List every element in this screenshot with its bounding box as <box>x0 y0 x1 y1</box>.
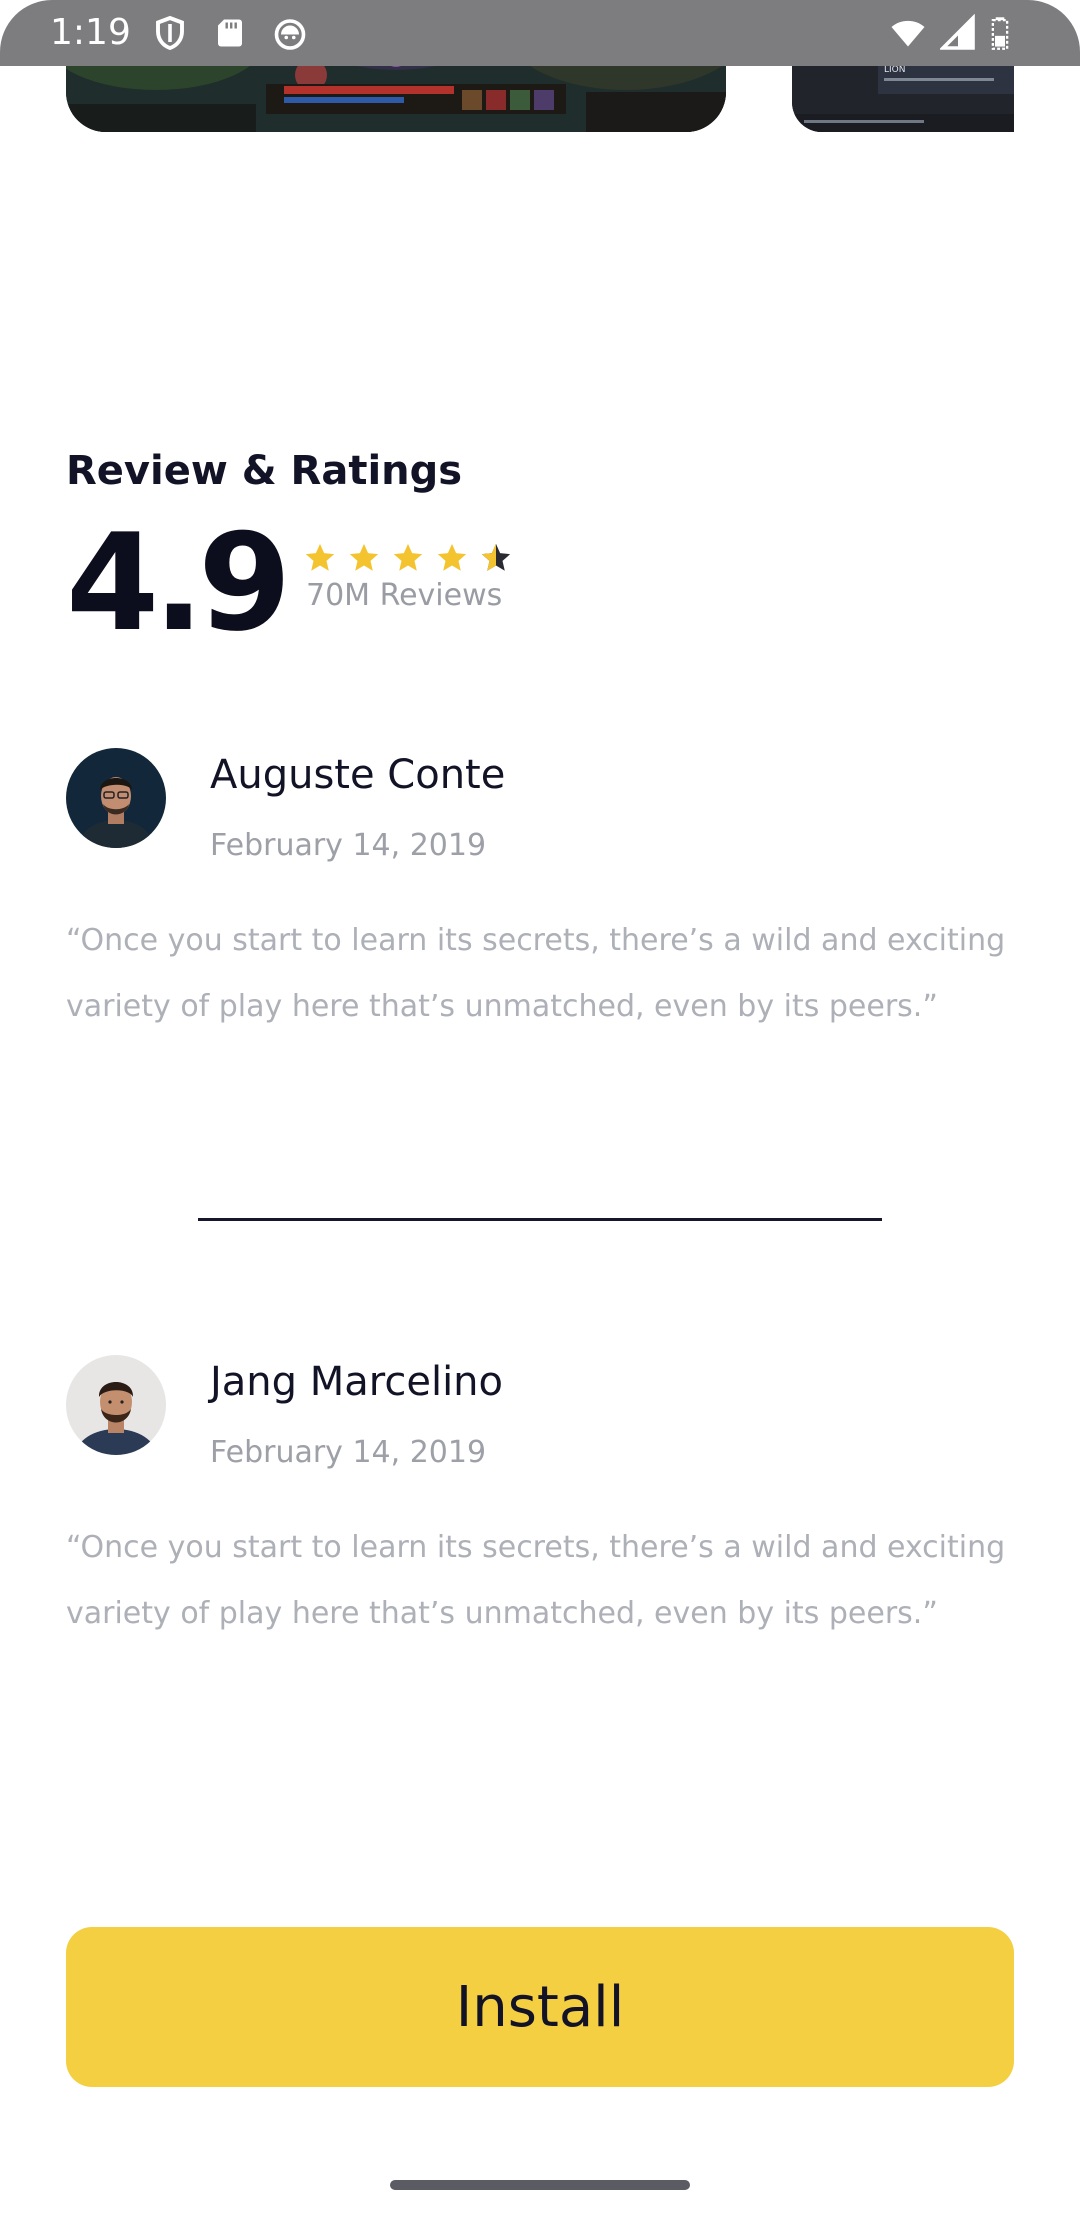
avatar <box>66 1355 166 1455</box>
rating-score: 4.9 <box>66 505 291 661</box>
side-screenshot-caption: LION <box>884 65 906 75</box>
half-star-icon <box>481 543 511 571</box>
status-icons-right <box>890 14 1010 52</box>
divider <box>198 1218 882 1221</box>
cellular-signal-icon <box>940 14 975 50</box>
review-text: “Once you start to learn its secrets, th… <box>66 923 1006 1024</box>
review-count: 70M Reviews <box>306 578 503 613</box>
reviewer-name: Auguste Conte <box>210 752 506 798</box>
section-title: Review & Ratings <box>66 448 463 494</box>
avatar-image <box>66 748 166 848</box>
status-time: 1:19 <box>50 12 131 53</box>
cat-face-icon <box>274 19 306 50</box>
star-icon <box>349 543 379 571</box>
star-icon <box>437 543 467 571</box>
install-button[interactable]: Install <box>66 1927 1014 2087</box>
star-icon <box>393 543 423 571</box>
avatar <box>66 748 166 848</box>
review-date: February 14, 2019 <box>210 1435 487 1470</box>
shield-icon <box>156 15 184 51</box>
home-indicator[interactable] <box>390 2180 690 2190</box>
status-icons-left <box>152 14 308 52</box>
sd-card-icon <box>218 19 242 47</box>
battery-icon <box>991 17 1009 50</box>
star-icon <box>305 543 335 571</box>
reviewer-name: Jang Marcelino <box>210 1359 504 1405</box>
review-text: “Once you start to learn its secrets, th… <box>66 1530 1006 1631</box>
wifi-icon <box>891 20 925 47</box>
star-rating <box>302 541 514 575</box>
status-bar: 1:19 <box>0 0 1080 66</box>
review-date: February 14, 2019 <box>210 828 487 863</box>
avatar-image <box>66 1355 166 1455</box>
